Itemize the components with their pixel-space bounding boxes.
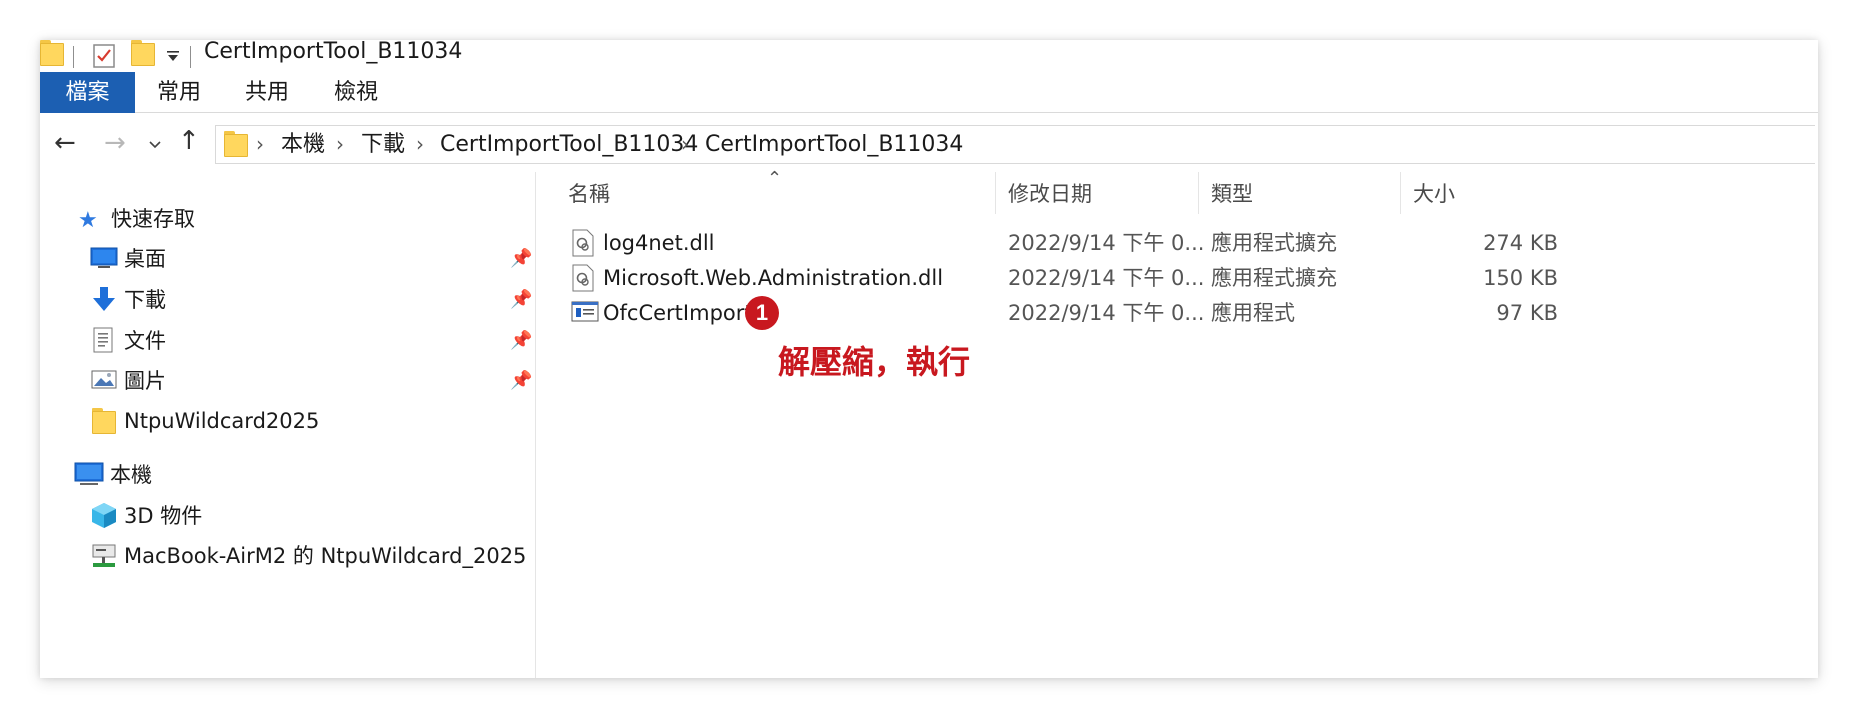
- computer-icon: [74, 460, 104, 490]
- exe-file-icon: [571, 299, 599, 327]
- documents-icon: [90, 326, 120, 356]
- file-name: Microsoft.Web.Administration.dll: [603, 266, 944, 290]
- folder-icon: [92, 408, 116, 434]
- recent-locations-chevron-icon[interactable]: [148, 136, 162, 149]
- address-bar[interactable]: › 本機 › 下載 › CertImportTool_B11034 › Cert…: [215, 125, 1815, 164]
- file-date: 2022/9/14 下午 0...: [1008, 266, 1205, 290]
- properties-icon[interactable]: [93, 42, 115, 68]
- file-date: 2022/9/14 下午 0...: [1008, 301, 1205, 325]
- back-arrow-icon[interactable]: ←: [54, 128, 76, 158]
- breadcrumb-current-folder[interactable]: CertImportTool_B11034: [705, 126, 963, 163]
- customize-toolbar-icon[interactable]: [166, 48, 180, 64]
- nav-label: 快速存取: [111, 207, 195, 231]
- sort-ascending-icon: ⌃: [767, 168, 783, 189]
- pin-icon[interactable]: 📌: [510, 289, 532, 310]
- breadcrumb-chevron-icon[interactable]: ›: [416, 126, 424, 163]
- file-type: 應用程式擴充: [1211, 231, 1337, 255]
- tab-view[interactable]: 檢視: [321, 72, 391, 113]
- file-type: 應用程式擴充: [1211, 266, 1337, 290]
- nav-label: NtpuWildcard2025: [124, 409, 320, 433]
- nav-label: 本機: [110, 463, 152, 487]
- column-divider[interactable]: [995, 172, 996, 214]
- nav-label: 桌面: [124, 247, 166, 271]
- 3d-objects-icon: [90, 501, 120, 531]
- column-header-name[interactable]: 名稱: [568, 180, 610, 208]
- breadcrumb-chevron-icon[interactable]: ›: [256, 126, 264, 163]
- file-row-log4net[interactable]: log4net.dll 2022/9/14 下午 0... 應用程式擴充 274…: [566, 226, 1816, 260]
- tab-share[interactable]: 共用: [232, 72, 302, 113]
- file-size: 274 KB: [1483, 231, 1558, 255]
- forward-arrow-icon[interactable]: →: [104, 128, 126, 158]
- column-divider[interactable]: [1198, 172, 1199, 214]
- annotation-text: 解壓縮，執行: [778, 343, 971, 381]
- pin-icon[interactable]: 📌: [510, 248, 532, 269]
- nav-label: 圖片: [124, 369, 166, 393]
- network-drive-icon: [90, 541, 120, 571]
- download-icon: [90, 285, 120, 315]
- up-arrow-icon[interactable]: ↑: [178, 126, 200, 156]
- window-title: CertImportTool_B11034: [204, 40, 463, 64]
- pin-icon[interactable]: 📌: [510, 370, 532, 391]
- tab-file[interactable]: 檔案: [40, 72, 135, 113]
- file-type: 應用程式: [1211, 301, 1295, 325]
- column-header-type[interactable]: 類型: [1211, 180, 1253, 208]
- tab-home[interactable]: 常用: [144, 72, 214, 113]
- file-size: 150 KB: [1483, 266, 1558, 290]
- folder-icon: [40, 40, 64, 66]
- breadcrumb-downloads[interactable]: 下載: [361, 126, 405, 163]
- nav-label: 文件: [124, 329, 166, 353]
- folder-icon: [224, 131, 248, 157]
- file-explorer-window: CertImportTool_B11034 檔案 常用 共用 檢視 ← → ↑ …: [40, 40, 1818, 678]
- file-name: log4net.dll: [603, 231, 715, 255]
- file-size: 97 KB: [1496, 301, 1558, 325]
- nav-label: MacBook-AirM2 的 NtpuWildcard_2025: [124, 544, 527, 568]
- toolbar-separator: [73, 46, 74, 68]
- nav-label: 下載: [124, 288, 166, 312]
- breadcrumb-chevron-icon[interactable]: ›: [336, 126, 344, 163]
- pin-icon[interactable]: 📌: [510, 330, 532, 351]
- toolbar-separator: [190, 46, 191, 68]
- nav-pane-divider[interactable]: [535, 172, 536, 678]
- column-divider[interactable]: [1400, 172, 1401, 214]
- file-row-microsoft-web-administration[interactable]: Microsoft.Web.Administration.dll 2022/9/…: [566, 261, 1816, 295]
- breadcrumb-this-pc[interactable]: 本機: [281, 126, 325, 163]
- dll-file-icon: [571, 264, 595, 292]
- new-folder-icon[interactable]: [131, 40, 155, 66]
- nav-label: 3D 物件: [124, 504, 203, 528]
- ribbon: 檔案 常用 共用 檢視: [40, 72, 1818, 113]
- file-name: OfcCertImport: [603, 301, 753, 325]
- desktop-icon: [90, 244, 120, 274]
- breadcrumb-chevron-icon[interactable]: ›: [681, 126, 689, 163]
- breadcrumb-folder[interactable]: CertImportTool_B11034: [440, 126, 698, 163]
- column-header-date-modified[interactable]: 修改日期: [1008, 180, 1092, 208]
- column-header-size[interactable]: 大小: [1413, 180, 1455, 208]
- star-pin-icon: ★: [78, 208, 98, 233]
- dll-file-icon: [571, 229, 595, 257]
- file-date: 2022/9/14 下午 0...: [1008, 231, 1205, 255]
- step-number-badge: 1: [745, 296, 779, 330]
- pictures-icon: [90, 366, 120, 396]
